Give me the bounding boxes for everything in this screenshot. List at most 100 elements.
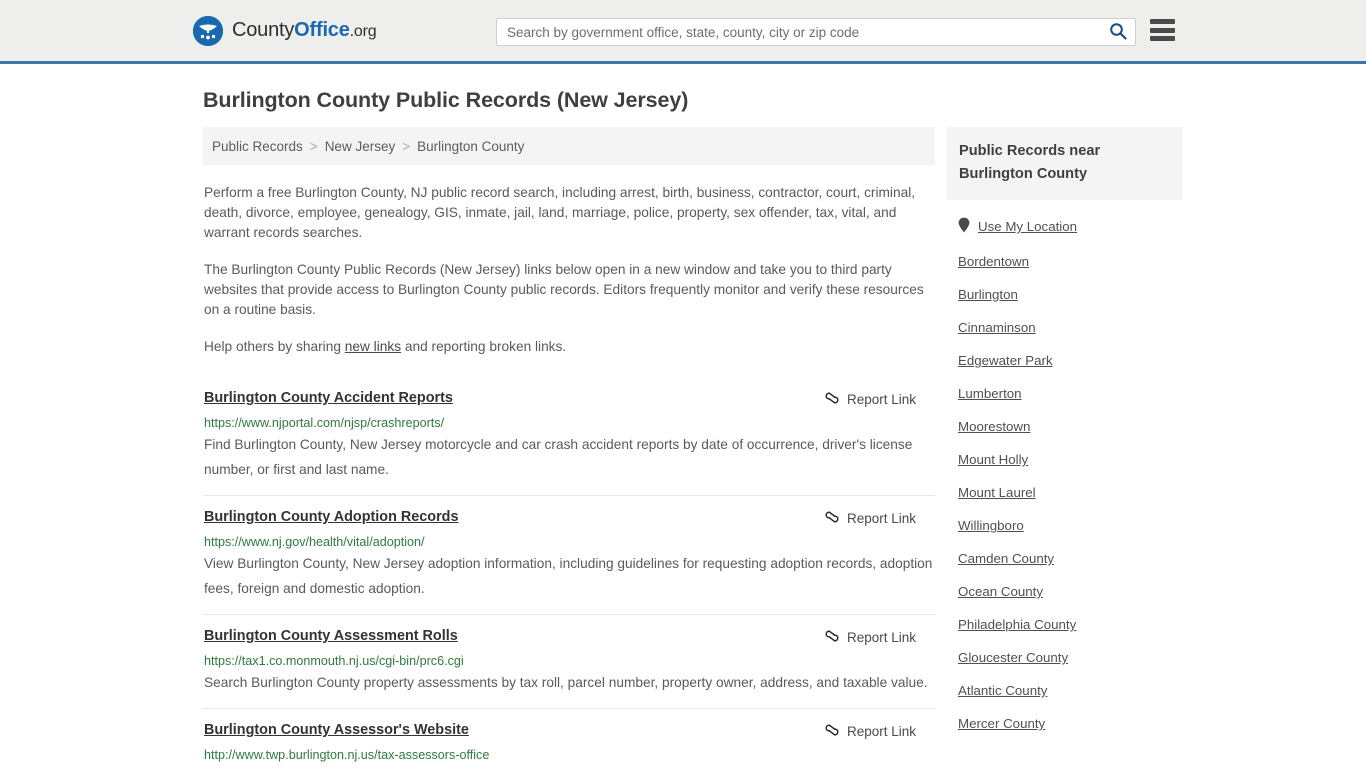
hamburger-bar bbox=[1150, 36, 1175, 41]
search-icon bbox=[1109, 22, 1127, 43]
eagle-seal-icon bbox=[193, 15, 223, 46]
result-url[interactable]: https://www.nj.gov/health/vital/adoption… bbox=[204, 534, 935, 550]
sidebar-item-moorestown[interactable]: Moorestown bbox=[947, 410, 1183, 443]
result-url[interactable]: https://tax1.co.monmouth.nj.us/cgi-bin/p… bbox=[204, 653, 935, 669]
result-header: Burlington County Adoption Records Repor… bbox=[203, 508, 935, 530]
result-description: Find Burlington County, New Jersey motor… bbox=[204, 437, 913, 477]
brand-part-office: Office bbox=[294, 19, 350, 41]
sidebar-link[interactable]: Mercer County bbox=[958, 716, 1045, 731]
breadcrumb-separator: > bbox=[402, 138, 411, 154]
sidebar-item-mercer-county[interactable]: Mercer County bbox=[947, 707, 1183, 740]
sidebar-item-gloucester-county[interactable]: Gloucester County bbox=[947, 641, 1183, 674]
brand-part-county: County bbox=[232, 19, 295, 41]
result-description: Search Burlington County property assess… bbox=[204, 675, 928, 690]
results-list: Burlington County Accident Reports Repor… bbox=[203, 377, 935, 768]
broken-link-icon bbox=[824, 628, 840, 647]
brand-wordmark: CountyOffice.org bbox=[232, 19, 377, 42]
report-link-label: Report Link bbox=[846, 724, 916, 739]
result-title-link[interactable]: Burlington County Accident Reports bbox=[204, 389, 453, 407]
hamburger-menu-icon[interactable] bbox=[1150, 19, 1175, 41]
result-item: Burlington County Assessor's Website Rep… bbox=[203, 708, 935, 768]
sidebar-item-mount-laurel[interactable]: Mount Laurel bbox=[947, 476, 1183, 509]
sidebar-item-atlantic-county[interactable]: Atlantic County bbox=[947, 674, 1183, 707]
broken-link-icon bbox=[824, 390, 840, 409]
sidebar-item-lumberton[interactable]: Lumberton bbox=[947, 377, 1183, 410]
intro-paragraph-2: The Burlington County Public Records (Ne… bbox=[204, 262, 924, 317]
result-header: Burlington County Assessment Rolls Repor… bbox=[203, 627, 935, 649]
breadcrumb-item-burlington-county[interactable]: Burlington County bbox=[417, 139, 524, 154]
result-description: View Burlington County, New Jersey adopt… bbox=[204, 556, 933, 596]
new-links-link[interactable]: new links bbox=[345, 339, 401, 354]
report-link-button[interactable]: Report Link bbox=[824, 390, 916, 409]
map-pin-icon bbox=[958, 217, 970, 236]
result-header: Burlington County Accident Reports Repor… bbox=[203, 389, 935, 411]
breadcrumb: Public Records > New Jersey > Burlington… bbox=[203, 127, 935, 165]
result-description: Visit the Burlington County Assessor's w… bbox=[204, 764, 935, 768]
sidebar-link[interactable]: Mount Laurel bbox=[958, 485, 1036, 500]
sidebar: Public Records near Burlington County Us… bbox=[947, 127, 1183, 740]
sidebar-item-mount-holly[interactable]: Mount Holly bbox=[947, 443, 1183, 476]
search-input[interactable] bbox=[497, 19, 1101, 45]
sidebar-link[interactable]: Philadelphia County bbox=[958, 617, 1076, 632]
sidebar-item-use-my-location[interactable]: Use My Location bbox=[947, 208, 1183, 245]
sidebar-item-ocean-county[interactable]: Ocean County bbox=[947, 575, 1183, 608]
search-bar bbox=[496, 18, 1136, 46]
result-item: Burlington County Adoption Records Repor… bbox=[203, 495, 935, 614]
intro-p3-after: and reporting broken links. bbox=[401, 339, 567, 354]
sidebar-link[interactable]: Camden County bbox=[958, 551, 1054, 566]
result-url[interactable]: http://www.twp.burlington.nj.us/tax-asse… bbox=[204, 747, 935, 763]
sidebar-link[interactable]: Ocean County bbox=[958, 584, 1043, 599]
result-url[interactable]: https://www.njportal.com/njsp/crashrepor… bbox=[204, 415, 935, 431]
report-link-button[interactable]: Report Link bbox=[824, 509, 916, 528]
breadcrumb-item-new-jersey[interactable]: New Jersey bbox=[325, 139, 396, 154]
sidebar-link[interactable]: Burlington bbox=[958, 287, 1018, 302]
sidebar-link[interactable]: Bordentown bbox=[958, 254, 1029, 269]
main-column: Public Records > New Jersey > Burlington… bbox=[203, 127, 935, 768]
sidebar-item-edgewater-park[interactable]: Edgewater Park bbox=[947, 344, 1183, 377]
result-title-link[interactable]: Burlington County Assessor's Website bbox=[204, 721, 469, 739]
broken-link-icon bbox=[824, 722, 840, 741]
breadcrumb-item-public-records[interactable]: Public Records bbox=[212, 139, 303, 154]
sidebar-link[interactable]: Mount Holly bbox=[958, 452, 1028, 467]
sidebar-item-willingboro[interactable]: Willingboro bbox=[947, 509, 1183, 542]
intro-text: Perform a free Burlington County, NJ pub… bbox=[203, 183, 935, 357]
result-title-link[interactable]: Burlington County Assessment Rolls bbox=[204, 627, 458, 645]
hamburger-bar bbox=[1150, 19, 1175, 24]
intro-paragraph-3: Help others by sharing new links and rep… bbox=[204, 337, 935, 357]
sidebar-link[interactable]: Willingboro bbox=[958, 518, 1024, 533]
report-link-label: Report Link bbox=[846, 511, 916, 526]
sidebar-link[interactable]: Atlantic County bbox=[958, 683, 1047, 698]
result-title-link[interactable]: Burlington County Adoption Records bbox=[204, 508, 458, 526]
sidebar-item-camden-county[interactable]: Camden County bbox=[947, 542, 1183, 575]
content-columns: Public Records > New Jersey > Burlington… bbox=[203, 127, 1183, 768]
sidebar-link[interactable]: Lumberton bbox=[958, 386, 1022, 401]
sidebar-item-bordentown[interactable]: Bordentown bbox=[947, 245, 1183, 278]
report-link-label: Report Link bbox=[846, 630, 916, 645]
site-logo-link[interactable]: CountyOffice.org bbox=[193, 15, 377, 46]
sidebar-link[interactable]: Gloucester County bbox=[958, 650, 1068, 665]
site-header: CountyOffice.org bbox=[0, 0, 1366, 64]
brand-part-org: .org bbox=[349, 23, 377, 40]
page-title: Burlington County Public Records (New Je… bbox=[203, 88, 689, 112]
breadcrumb-separator: > bbox=[309, 138, 318, 154]
result-item: Burlington County Assessment Rolls Repor… bbox=[203, 614, 935, 708]
sidebar-link[interactable]: Edgewater Park bbox=[958, 353, 1053, 368]
search-button[interactable] bbox=[1101, 19, 1135, 45]
intro-paragraph-1: Perform a free Burlington County, NJ pub… bbox=[204, 185, 916, 240]
hamburger-bar bbox=[1150, 27, 1175, 33]
sidebar-link[interactable]: Moorestown bbox=[958, 419, 1030, 434]
report-link-button[interactable]: Report Link bbox=[824, 628, 916, 647]
sidebar-link[interactable]: Cinnaminson bbox=[958, 320, 1036, 335]
sidebar-heading: Public Records near Burlington County bbox=[947, 127, 1183, 200]
sidebar-list: Use My Location Bordentown Burlington Ci… bbox=[947, 208, 1183, 740]
sidebar-item-cinnaminson[interactable]: Cinnaminson bbox=[947, 311, 1183, 344]
broken-link-icon bbox=[824, 509, 840, 528]
sidebar-item-burlington[interactable]: Burlington bbox=[947, 278, 1183, 311]
report-link-button[interactable]: Report Link bbox=[824, 722, 916, 741]
intro-p3-before: Help others by sharing bbox=[204, 339, 345, 354]
page-container: Burlington County Public Records (New Je… bbox=[0, 88, 1366, 768]
report-link-label: Report Link bbox=[846, 392, 916, 407]
sidebar-item-philadelphia-county[interactable]: Philadelphia County bbox=[947, 608, 1183, 641]
result-item: Burlington County Accident Reports Repor… bbox=[203, 377, 935, 495]
use-my-location-link[interactable]: Use My Location bbox=[978, 219, 1077, 234]
